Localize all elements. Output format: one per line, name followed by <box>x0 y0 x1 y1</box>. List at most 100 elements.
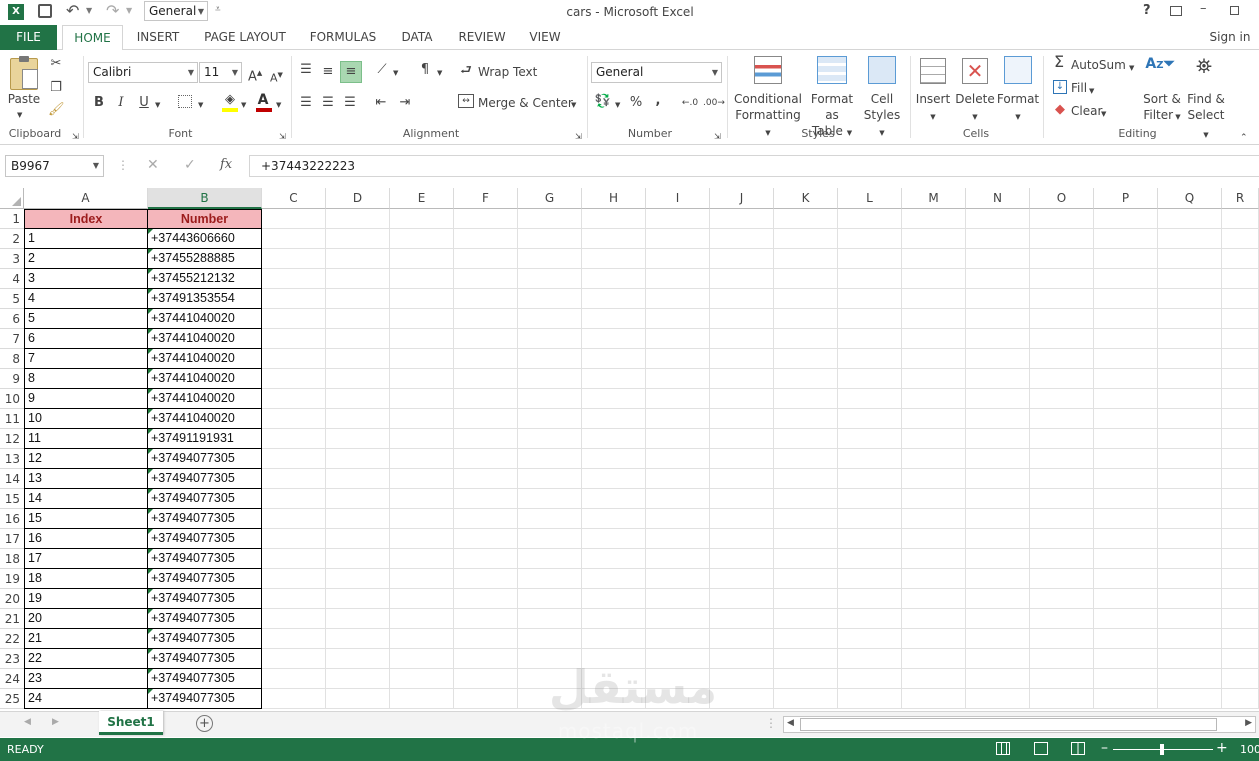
empty-cell[interactable] <box>646 449 710 469</box>
empty-cell[interactable] <box>646 609 710 629</box>
empty-cell[interactable] <box>902 569 966 589</box>
empty-cell[interactable] <box>582 209 646 229</box>
zoom-in-icon[interactable]: + <box>1216 740 1228 756</box>
empty-cell[interactable] <box>390 309 454 329</box>
align-left-icon[interactable]: ☰ <box>298 95 314 111</box>
empty-cell[interactable] <box>390 689 454 709</box>
empty-cell[interactable] <box>262 269 326 289</box>
sort-filter-button[interactable]: Sort & Filter ▼ <box>1142 91 1182 125</box>
empty-cell[interactable] <box>902 269 966 289</box>
empty-cell[interactable] <box>582 409 646 429</box>
empty-cell[interactable] <box>1094 509 1158 529</box>
empty-cell[interactable] <box>646 229 710 249</box>
empty-cell[interactable] <box>1222 229 1259 249</box>
empty-cell[interactable] <box>902 529 966 549</box>
empty-cell[interactable] <box>1030 489 1094 509</box>
empty-cell[interactable] <box>518 609 582 629</box>
empty-cell[interactable] <box>838 209 902 229</box>
number-cell[interactable]: +37494077305 <box>148 569 262 589</box>
comma-style-button[interactable]: , <box>653 93 663 109</box>
empty-cell[interactable] <box>1158 369 1222 389</box>
row-header[interactable]: 19 <box>0 569 24 589</box>
redo-dropdown-icon[interactable]: ▼ <box>126 6 132 15</box>
index-cell[interactable]: 5 <box>24 309 148 329</box>
empty-cell[interactable] <box>454 469 518 489</box>
customize-toolbar-icon[interactable]: ⩡ <box>215 4 221 15</box>
empty-cell[interactable] <box>390 209 454 229</box>
empty-cell[interactable] <box>582 289 646 309</box>
insert-function-icon[interactable]: fx <box>220 157 232 172</box>
merge-center-button[interactable]: Merge & Center <box>478 95 573 111</box>
number-cell[interactable]: +37494077305 <box>148 469 262 489</box>
empty-cell[interactable] <box>1094 369 1158 389</box>
empty-cell[interactable] <box>902 349 966 369</box>
redo-icon[interactable]: ↷ <box>106 1 119 20</box>
empty-cell[interactable] <box>454 569 518 589</box>
index-cell[interactable]: 19 <box>24 589 148 609</box>
zoom-level[interactable]: 100 <box>1240 743 1259 756</box>
clear-dropdown-icon[interactable]: ▼ <box>1101 106 1106 122</box>
column-header-i[interactable]: I <box>646 188 710 209</box>
index-cell[interactable]: 10 <box>24 409 148 429</box>
empty-cell[interactable] <box>454 589 518 609</box>
empty-cell[interactable] <box>1094 589 1158 609</box>
orientation-dropdown-icon[interactable]: ▼ <box>393 65 398 81</box>
empty-cell[interactable] <box>518 549 582 569</box>
empty-cell[interactable] <box>646 489 710 509</box>
empty-cell[interactable] <box>1222 269 1259 289</box>
undo-dropdown-icon[interactable]: ▼ <box>86 6 92 15</box>
empty-cell[interactable] <box>1030 609 1094 629</box>
index-cell[interactable]: 11 <box>24 429 148 449</box>
empty-cell[interactable] <box>454 489 518 509</box>
clipboard-launcher-icon[interactable]: ⇲ <box>72 129 79 145</box>
empty-cell[interactable] <box>326 449 390 469</box>
text-direction-dropdown-icon[interactable]: ▼ <box>437 65 442 81</box>
empty-cell[interactable] <box>390 469 454 489</box>
empty-cell[interactable] <box>518 289 582 309</box>
empty-cell[interactable] <box>326 249 390 269</box>
empty-cell[interactable] <box>390 449 454 469</box>
empty-cell[interactable] <box>902 429 966 449</box>
empty-cell[interactable] <box>1222 669 1259 689</box>
empty-cell[interactable] <box>710 389 774 409</box>
empty-cell[interactable] <box>326 569 390 589</box>
empty-cell[interactable] <box>1222 429 1259 449</box>
empty-cell[interactable] <box>390 609 454 629</box>
empty-cell[interactable] <box>1158 649 1222 669</box>
empty-cell[interactable] <box>1030 289 1094 309</box>
empty-cell[interactable] <box>454 209 518 229</box>
empty-cell[interactable] <box>262 689 326 709</box>
borders-dropdown-icon[interactable]: ▼ <box>198 97 203 113</box>
empty-cell[interactable] <box>326 689 390 709</box>
merge-dropdown-icon[interactable]: ▼ <box>571 97 576 113</box>
scroll-right-icon[interactable]: ▶ <box>1245 718 1252 728</box>
empty-cell[interactable] <box>326 329 390 349</box>
empty-cell[interactable] <box>262 609 326 629</box>
name-box[interactable]: B9967 ▼ <box>5 155 104 177</box>
empty-cell[interactable] <box>966 229 1030 249</box>
empty-cell[interactable] <box>390 249 454 269</box>
empty-cell[interactable] <box>390 269 454 289</box>
formula-input[interactable]: +37443222223 <box>249 155 1259 177</box>
empty-cell[interactable] <box>454 229 518 249</box>
empty-cell[interactable] <box>326 269 390 289</box>
empty-cell[interactable] <box>902 669 966 689</box>
empty-cell[interactable] <box>1030 669 1094 689</box>
scroll-sheets-left-icon[interactable]: ◀ <box>24 717 31 727</box>
empty-cell[interactable] <box>902 689 966 709</box>
index-cell[interactable]: 22 <box>24 649 148 669</box>
empty-cell[interactable] <box>1158 349 1222 369</box>
empty-cell[interactable] <box>582 529 646 549</box>
empty-cell[interactable] <box>1222 509 1259 529</box>
empty-cell[interactable] <box>454 329 518 349</box>
empty-cell[interactable] <box>646 469 710 489</box>
empty-cell[interactable] <box>454 649 518 669</box>
eraser-icon[interactable]: ◆ <box>1052 102 1068 118</box>
empty-cell[interactable] <box>582 449 646 469</box>
empty-cell[interactable] <box>966 289 1030 309</box>
empty-cell[interactable] <box>582 629 646 649</box>
empty-cell[interactable] <box>582 569 646 589</box>
empty-cell[interactable] <box>454 689 518 709</box>
middle-align-icon[interactable]: ≡ <box>320 64 336 80</box>
empty-cell[interactable] <box>966 509 1030 529</box>
